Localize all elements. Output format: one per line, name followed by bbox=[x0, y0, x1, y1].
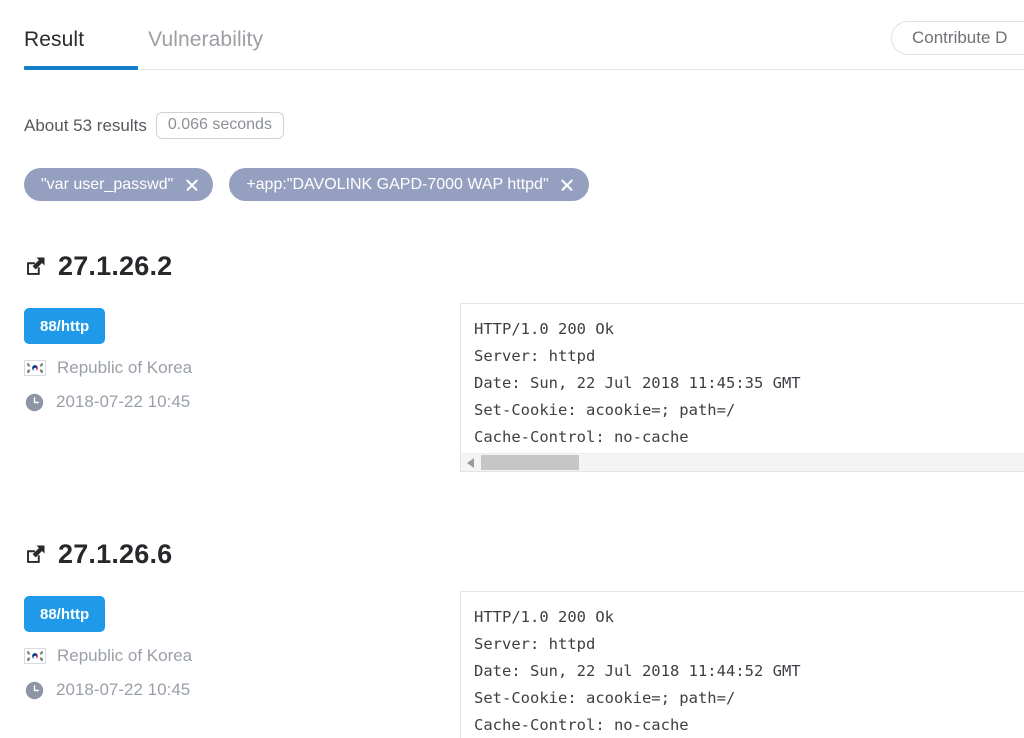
south-korea-flag-icon bbox=[24, 648, 46, 664]
banner-text: HTTP/1.0 200 Ok Server: httpd Date: Sun,… bbox=[474, 608, 801, 734]
result-country-label: Republic of Korea bbox=[57, 646, 193, 665]
result-timestamp-row: 2018-07-22 10:45 bbox=[24, 392, 424, 412]
contribute-data-button[interactable]: Contribute D bbox=[891, 21, 1024, 55]
result-header: 27.1.26.2 bbox=[24, 248, 172, 284]
clock-icon bbox=[25, 681, 44, 699]
result-timestamp-row: 2018-07-22 10:45 bbox=[24, 680, 424, 700]
scroll-left-arrow-icon[interactable] bbox=[467, 457, 474, 468]
close-icon[interactable] bbox=[560, 177, 575, 192]
tab-result[interactable]: Result bbox=[24, 28, 92, 52]
filter-chip-list: "var user_passwd" +app:"DAVOLINK GAPD-70… bbox=[24, 168, 605, 201]
result-ip-link[interactable]: 27.1.26.2 bbox=[58, 252, 172, 280]
contribute-data-label: Contribute D bbox=[912, 28, 1008, 47]
filter-chip-app[interactable]: +app:"DAVOLINK GAPD-7000 WAP httpd" bbox=[229, 168, 589, 201]
result-metadata: 88/http Republic of Korea 2018-07-22 10:… bbox=[24, 596, 424, 700]
close-icon[interactable] bbox=[184, 177, 199, 192]
external-link-icon bbox=[27, 256, 45, 275]
tab-bar: Result Vulnerability Contribute D bbox=[0, 0, 1024, 70]
results-summary: About 53 results 0.066 seconds bbox=[24, 112, 284, 139]
result-country-row: Republic of Korea bbox=[24, 358, 424, 378]
banner-code-block: HTTP/1.0 200 Ok Server: httpd Date: Sun,… bbox=[460, 591, 1024, 738]
banner-code-block: HTTP/1.0 200 Ok Server: httpd Date: Sun,… bbox=[460, 303, 1024, 472]
result-country-row: Republic of Korea bbox=[24, 646, 424, 666]
tab-bar-divider bbox=[24, 69, 1024, 70]
filter-chip-app-label: +app:"DAVOLINK GAPD-7000 WAP httpd" bbox=[246, 175, 549, 193]
south-korea-flag-icon bbox=[24, 360, 46, 376]
port-service-badge[interactable]: 88/http bbox=[24, 596, 106, 632]
banner-text: HTTP/1.0 200 Ok Server: httpd Date: Sun,… bbox=[474, 320, 801, 446]
horizontal-scrollbar[interactable] bbox=[461, 453, 1024, 471]
tab-vulnerability[interactable]: Vulnerability bbox=[148, 28, 271, 52]
tab-active-indicator bbox=[24, 66, 138, 70]
result-country-label: Republic of Korea bbox=[57, 358, 193, 377]
search-duration-badge: 0.066 seconds bbox=[155, 112, 284, 139]
tab-list: Result Vulnerability bbox=[24, 28, 271, 52]
search-results-page: Result Vulnerability Contribute D About … bbox=[0, 0, 1024, 738]
result-timestamp-label: 2018-07-22 10:45 bbox=[56, 392, 191, 411]
results-count-label: About 53 results bbox=[24, 115, 147, 135]
external-link-icon bbox=[27, 544, 45, 563]
filter-chip-query[interactable]: "var user_passwd" bbox=[24, 168, 214, 201]
result-metadata: 88/http Republic of Korea 2018-07-22 10:… bbox=[24, 308, 424, 412]
port-service-badge[interactable]: 88/http bbox=[24, 308, 106, 344]
scrollbar-thumb[interactable] bbox=[481, 455, 579, 470]
filter-chip-query-label: "var user_passwd" bbox=[41, 175, 174, 193]
result-header: 27.1.26.6 bbox=[24, 536, 172, 572]
clock-icon bbox=[25, 393, 44, 411]
result-ip-link[interactable]: 27.1.26.6 bbox=[58, 540, 172, 568]
result-timestamp-label: 2018-07-22 10:45 bbox=[56, 680, 191, 699]
